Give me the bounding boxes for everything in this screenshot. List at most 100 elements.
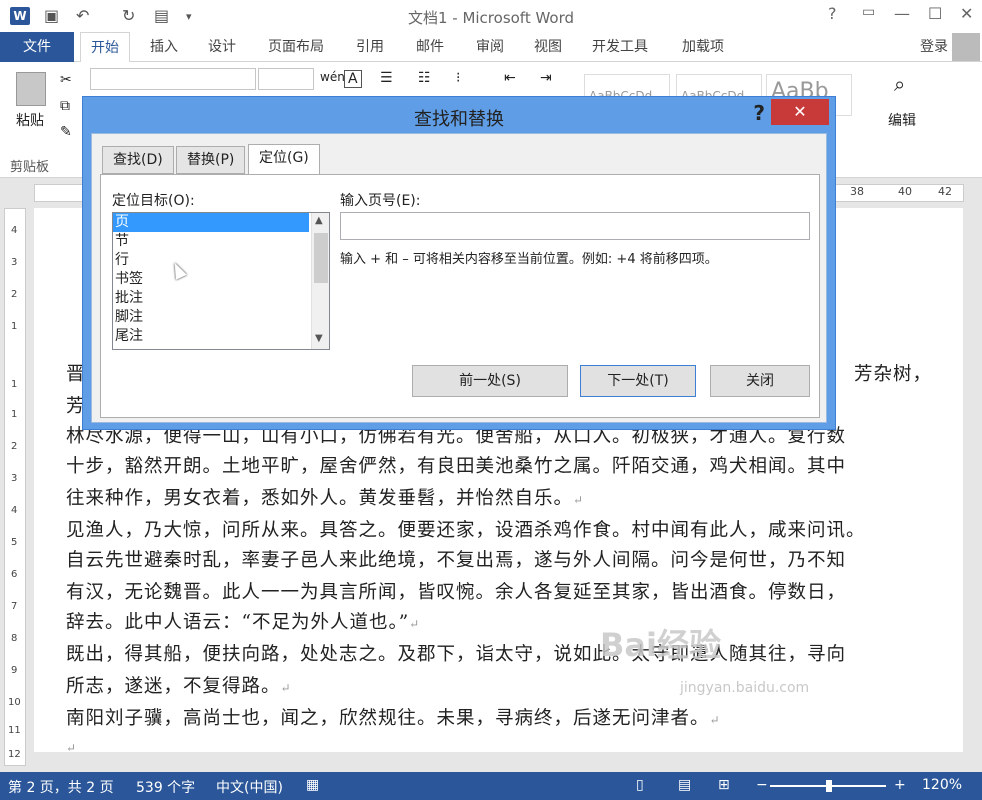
doc-line: 既出，得其船，便扶向路，处处志之。及郡下，诣太守，说如此。太守即遣人随其往，寻向 [66,644,847,665]
paragraph-mark: ↵ [573,493,585,507]
baidu-watermark: Bai经验 [600,626,721,664]
tab-review[interactable]: 审阅 [476,32,504,62]
tab-insert[interactable]: 插入 [150,32,178,62]
scroll-up-icon[interactable]: ▲ [315,215,323,226]
tab-file[interactable]: 文件 [0,32,74,62]
editing-button[interactable]: 编辑 [888,110,916,130]
font-size-dropdown[interactable] [258,68,314,90]
doc-line-text: 南阳刘子骥，高尚士也，闻之，欣然规往。未果，寻病终，后遂无问津者。 [66,708,710,729]
scroll-thumb[interactable] [314,233,328,283]
paste-icon[interactable] [16,72,46,106]
vruler-number: 4 [11,225,18,236]
copy-icon[interactable]: ⧉ [60,98,70,114]
vruler-number: 11 [8,725,21,736]
page-count[interactable]: 第 2 页，共 2 页 [8,777,114,797]
tab-replace[interactable]: 替换(P) [176,146,246,174]
vruler-number: 8 [11,633,18,644]
previous-button[interactable]: 前一处(S) [412,365,568,397]
baidu-watermark-url: jingyan.baidu.com [680,680,810,696]
format-painter-icon[interactable]: ✎ [60,124,72,140]
list-item[interactable]: 页 [113,213,309,232]
dialog-title: 查找和替换 [414,109,504,130]
list-scrollbar[interactable]: ▲ ▼ [311,213,329,349]
vruler-number: 7 [11,601,18,612]
page-number-label: 输入页号(E): [340,193,421,209]
dialog-body: 查找(D) 替换(P) 定位(G) 定位目标(O): 页 节 行 书签 批注 脚… [91,133,827,423]
doc-line: 自云先世避秦时乱，率妻子邑人来此绝境，不复出焉，遂与外人间隔。问今是何世，乃不知 [66,550,847,571]
zoom-in-button[interactable]: + [894,777,906,793]
ribbon-tabs: 文件 开始 插入 设计 页面布局 引用 邮件 审阅 视图 开发工具 加载项 登录 [0,32,982,63]
dialog-close-button[interactable]: ✕ [771,99,829,125]
status-bar: 第 2 页，共 2 页 539 个字 中文(中国) ▦ ▯ ▤ ⊞ − + 12… [0,772,982,800]
clipboard-group-label: 剪贴板 [10,160,50,175]
tab-goto[interactable]: 定位(G) [248,144,320,175]
scroll-down-icon[interactable]: ▼ [315,333,323,344]
tab-design[interactable]: 设计 [208,32,236,62]
doc-line: ↵ [66,736,77,757]
goto-target-list[interactable]: 页 节 行 书签 批注 脚注 尾注 ▲ ▼ [112,212,330,350]
tab-references[interactable]: 引用 [356,32,384,62]
tab-home[interactable]: 开始 [80,32,130,63]
zoom-level[interactable]: 120% [922,777,962,793]
doc-line-fragment: 芳杂树， [854,364,933,385]
ribbon-display-icon[interactable]: ▭ [862,4,875,20]
zoom-slider-thumb[interactable] [826,780,832,792]
page-number-input[interactable] [340,212,810,240]
cut-icon[interactable]: ✂ [60,72,72,88]
next-button[interactable]: 下一处(T) [580,365,696,397]
vruler-number: 2 [11,441,18,452]
paste-button[interactable]: 粘贴 [16,110,44,130]
word-count[interactable]: 539 个字 [136,777,195,797]
tab-addins[interactable]: 加载项 [682,32,724,62]
close-button[interactable]: 关闭 [710,365,810,397]
list-item[interactable]: 节 [113,232,329,251]
decrease-indent-icon[interactable]: ⇤ [504,70,516,86]
read-mode-icon[interactable]: ▯ [636,777,644,793]
phonetic-guide-icon[interactable]: wén [320,70,345,84]
restore-button[interactable]: ☐ [928,4,942,23]
vruler-number: 1 [11,409,18,420]
paragraph-mark: ↵ [709,713,721,727]
doc-line-text: 所志，遂迷，不复得路。 [66,676,281,697]
vruler-number: 1 [11,379,18,390]
dialog-help-button[interactable]: ? [753,101,765,125]
vruler-number: 3 [11,257,18,268]
list-item[interactable]: 批注 [113,289,329,308]
language-status[interactable]: 中文(中国) [216,777,283,797]
tab-find[interactable]: 查找(D) [102,146,174,174]
help-button[interactable]: ? [828,4,837,23]
avatar[interactable] [952,33,980,61]
macro-record-icon[interactable]: ▦ [306,777,319,793]
vertical-ruler: 4 3 2 1 1 1 2 3 4 5 6 7 8 9 10 11 12 [4,208,26,766]
list-item[interactable]: 尾注 [113,327,329,346]
bullets-icon[interactable]: ☰ [380,70,393,86]
ruler-number: 40 [898,185,912,198]
vruler-number: 6 [11,569,18,580]
char-border-icon[interactable]: A [344,70,362,88]
doc-line: 有汉，无论魏晋。此人一一为具言所闻，皆叹惋。余人各复延至其家，皆出酒食。停数日， [66,582,847,603]
tab-view[interactable]: 视图 [534,32,562,62]
close-window-button[interactable]: ✕ [960,4,973,23]
paragraph-mark: ↵ [280,681,292,695]
minimize-button[interactable]: — [894,4,910,23]
list-item[interactable]: 行 [113,251,329,270]
print-layout-icon[interactable]: ▤ [678,777,691,793]
login-link[interactable]: 登录 [920,32,948,62]
web-layout-icon[interactable]: ⊞ [718,777,730,793]
paragraph-mark: ↵ [409,617,421,631]
list-item[interactable]: 脚注 [113,308,329,327]
tab-page-layout[interactable]: 页面布局 [268,32,324,62]
vruler-number: 10 [8,697,21,708]
numbering-icon[interactable]: ☷ [418,70,431,86]
tab-mailings[interactable]: 邮件 [416,32,444,62]
multilevel-list-icon[interactable]: ⁝ [456,70,460,86]
zoom-out-button[interactable]: − [756,777,768,793]
increase-indent-icon[interactable]: ⇥ [540,70,552,86]
font-name-dropdown[interactable] [90,68,256,90]
vruler-number: 4 [11,505,18,516]
find-icon[interactable]: ⌕ [894,72,905,96]
title-bar: W ▣ ↶ ↻ ▤ ▾ 文档1 - Microsoft Word ? ▭ — ☐… [0,0,982,32]
list-item[interactable]: 书签 [113,270,329,289]
tab-developer[interactable]: 开发工具 [592,32,648,62]
doc-line-text: 辞去。此中人语云：“不足为外人道也。” [66,612,410,633]
